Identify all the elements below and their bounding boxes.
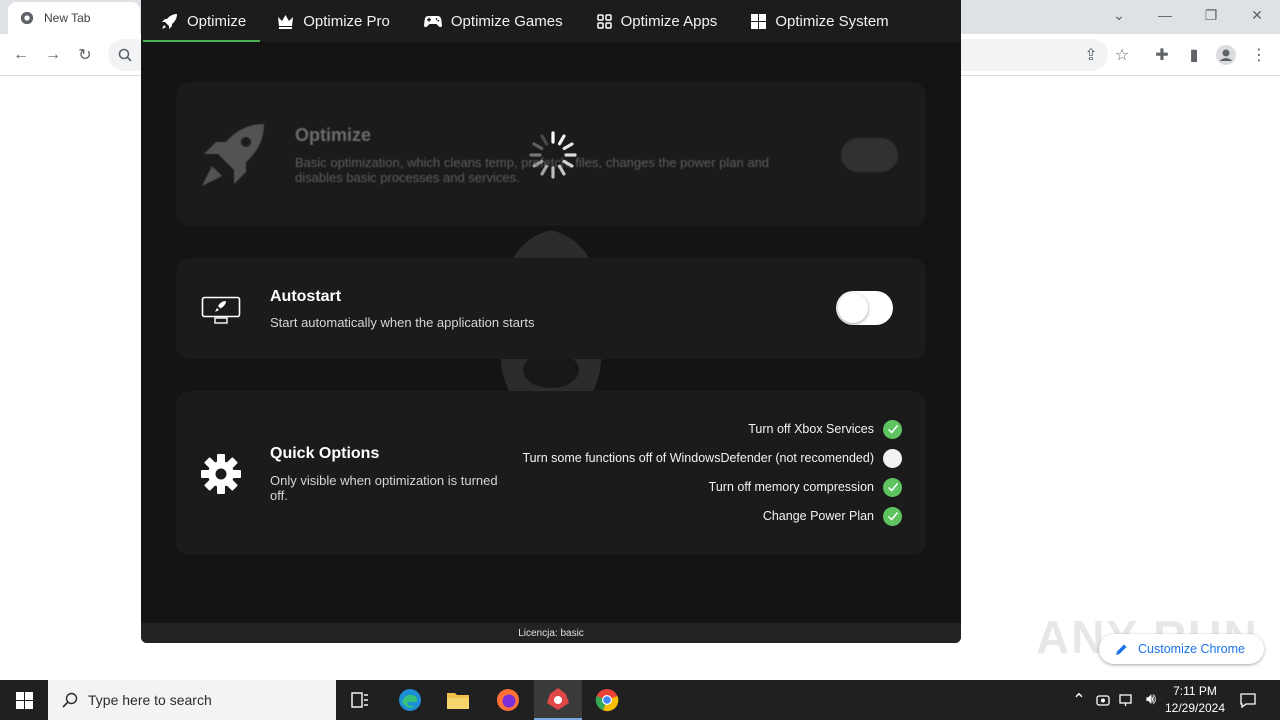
checkmark-icon[interactable] [883,419,902,439]
quick-options-card: Quick Options Only visible when optimiza… [176,391,926,555]
optimizer-app-window: Optimize Optimize Pro Optimize Games Opt… [141,0,961,643]
taskbar-search-box[interactable]: Type here to search [48,680,336,720]
clock-date: 12/29/2024 [1164,701,1226,715]
extensions-icon[interactable]: ✚ [1151,44,1173,66]
chevron-up-icon[interactable]: ⌃ [1068,680,1090,720]
optimize-title: Optimize [295,125,372,145]
pencil-icon [1116,644,1127,655]
start-button[interactable] [0,680,48,720]
apps-grid-icon [596,13,612,29]
quick-option-label: Turn off memory compression [708,480,874,494]
quick-option-power-plan[interactable]: Change Power Plan [763,506,902,526]
checkmark-icon[interactable] [883,477,902,497]
taskbar-search-placeholder: Type here to search [88,692,212,708]
search-icon [62,692,78,708]
browser-tab-new-tab[interactable]: New Tab [8,2,140,34]
tab-optimize-system[interactable]: Optimize System [734,0,905,42]
optimize-toggle[interactable] [841,138,898,172]
tab-optimize[interactable]: Optimize [141,0,261,42]
tab-optimize-games-label: Optimize Games [450,12,563,30]
tab-optimize-games[interactable]: Optimize Games [407,0,580,42]
close-icon[interactable]: ✕ [1234,0,1280,30]
rocket-icon [202,124,264,186]
customize-chrome-button[interactable]: Customize Chrome [1099,634,1264,664]
taskbar-clock[interactable]: 7:11 PM 12/29/2024 [1160,683,1230,717]
window-controls: ⌄ — ❐ ✕ [1096,0,1280,30]
network-icon[interactable] [1116,680,1138,720]
quick-options-desc-line2: off. [270,488,288,503]
back-icon[interactable]: ← [10,44,32,66]
search-icon [114,44,136,66]
tab-search-icon[interactable]: ⌄ [1096,0,1142,30]
quick-option-xbox[interactable]: Turn off Xbox Services [748,419,902,439]
quick-option-label: Turn some functions off of WindowsDefend… [522,451,874,465]
task-view-icon[interactable] [336,680,384,720]
chrome-taskbar-icon[interactable] [583,680,631,720]
forward-icon[interactable]: → [42,44,64,66]
tab-optimize-apps-label: Optimize Apps [620,12,718,30]
optimize-desc-line2: disables basic processes and services. [295,170,520,185]
restore-icon[interactable]: ❐ [1188,0,1234,30]
customize-chrome-label: Customize Chrome [1138,642,1245,656]
share-icon[interactable]: ⇪ [1080,44,1102,66]
rocket-icon [161,13,178,30]
autostart-title: Autostart [270,288,342,305]
reload-icon[interactable]: ↻ [74,44,96,66]
bookmark-star-icon[interactable]: ☆ [1111,44,1133,66]
unchecked-circle-icon[interactable] [883,448,902,468]
crown-icon [277,14,294,29]
quick-option-memory-compression[interactable]: Turn off memory compression [709,477,902,497]
browser-tab-title: New Tab [44,11,91,25]
tab-optimize-pro[interactable]: Optimize Pro [260,0,407,42]
autostart-card: Autostart Start automatically when the a… [176,258,926,359]
autostart-toggle[interactable] [836,291,893,325]
optimizer-app-taskbar-icon[interactable] [534,680,582,720]
license-footer: Licencja: basic [141,623,961,643]
loading-spinner-icon [529,131,577,179]
minimize-icon[interactable]: — [1142,0,1188,30]
chrome-icon [20,11,34,25]
volume-icon[interactable]: 🔊︎ [1140,680,1162,720]
checkmark-icon[interactable] [883,506,902,526]
quick-options-desc-line1: Only visible when optimization is turned [270,473,498,488]
windows-taskbar: Type here to search ⌃ 🔊︎ 7:11 PM 12/29/2… [0,680,1280,720]
windows-logo-icon [15,691,33,709]
quick-option-defender[interactable]: Turn some functions off of WindowsDefend… [522,448,902,468]
meet-now-icon[interactable] [1092,680,1114,720]
windows-icon [751,13,767,29]
profile-avatar-icon[interactable] [1215,44,1237,66]
tab-optimize-apps[interactable]: Optimize Apps [580,0,735,42]
edge-icon[interactable] [386,680,434,720]
tab-optimize-pro-label: Optimize Pro [303,12,390,30]
tab-optimize-system-label: Optimize System [775,12,889,30]
notification-icon[interactable] [1234,680,1262,720]
clock-time: 7:11 PM [1173,684,1217,698]
chrome-menu-icon[interactable]: ⋮ [1248,44,1270,66]
quick-options-title: Quick Options [270,445,380,462]
tab-optimize-label: Optimize [187,12,247,30]
gamepad-icon [423,15,442,28]
monitor-rocket-icon [201,296,241,324]
autostart-toggle-knob [838,293,868,323]
side-panel-icon[interactable]: ▮ [1183,44,1205,66]
file-explorer-icon[interactable] [434,680,482,720]
quick-option-label: Turn off Xbox Services [748,422,874,436]
quick-option-label: Change Power Plan [762,509,874,523]
gear-icon [201,454,241,494]
firefox-icon[interactable] [484,680,532,720]
autostart-desc: Start automatically when the application… [270,315,535,330]
app-nav-bar: Optimize Optimize Pro Optimize Games Opt… [141,0,961,42]
